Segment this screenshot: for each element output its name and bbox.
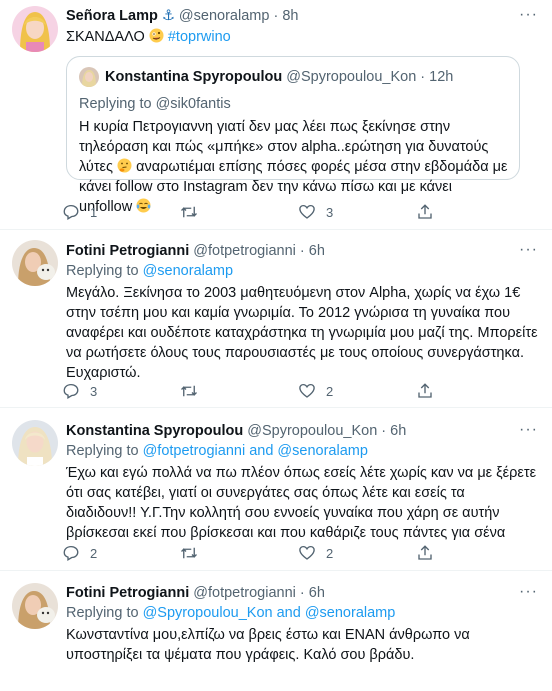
share-button[interactable] (416, 542, 446, 564)
retweet-button[interactable] (180, 201, 298, 223)
retweet-icon (180, 544, 198, 562)
share-icon (416, 382, 434, 400)
like-button[interactable]: 3 (298, 201, 416, 223)
like-count: 3 (326, 204, 334, 220)
retweet-button[interactable] (180, 380, 298, 402)
more-icon[interactable]: ··· (519, 241, 538, 259)
anchor-icon: ⚓ (161, 8, 175, 24)
retweet-icon (180, 203, 198, 221)
quoted-timestamp: 12h (429, 69, 454, 85)
replying-to: Replying to @Spyropoulou_Kon and @senora… (66, 604, 395, 622)
tweet[interactable]: Fotini Petrogianni @fotpetrogianni · 6h … (0, 571, 552, 691)
author-handle[interactable]: @fotpetrogianni (193, 243, 296, 259)
reply-count: 2 (90, 545, 98, 561)
replying-prefix: Replying to (66, 605, 139, 621)
quoted-replying-to: Replying to @sik0fantis (79, 95, 231, 113)
more-icon[interactable]: ··· (519, 583, 538, 601)
timestamp[interactable]: 6h (309, 243, 325, 259)
zany-face-emoji-icon (149, 28, 164, 43)
replying-to-link[interactable]: @fotpetrogianni and @senoralamp (143, 443, 368, 459)
reply-icon (62, 382, 80, 400)
tweet-text: Έχω και εγώ πολλά να πω πλέον όπως εσείς… (66, 465, 537, 541)
author-name[interactable]: Fotini Petrogianni (66, 243, 189, 259)
quoted-header: Konstantina Spyropoulou @Spyropoulou_Kon… (105, 68, 453, 86)
tweet-actions: 1 3 (62, 201, 452, 223)
tweet-text: ΣΚΑΝΔΑΛΟ #toprwino (66, 27, 538, 47)
quoted-author-handle: @Spyropoulou_Kon (286, 69, 417, 85)
avatar[interactable] (12, 240, 58, 286)
reply-button[interactable]: 1 (62, 201, 180, 223)
tweet-text: Κωνσταντίνα μου,ελπίζω να βρεις έστω και… (66, 627, 470, 663)
tweet[interactable]: Señora Lamp ⚓ @senoralamp · 8h ··· ΣΚΑΝΔ… (0, 0, 552, 230)
separator: · (299, 243, 305, 259)
tweet-header: Señora Lamp ⚓ @senoralamp · 8h (66, 7, 298, 25)
separator: · (273, 8, 279, 24)
reply-button[interactable]: 3 (62, 380, 180, 402)
share-button[interactable] (416, 201, 446, 223)
replying-to-handle: @sik0fantis (155, 96, 231, 112)
quoted-avatar (79, 67, 99, 87)
tweet-header: Konstantina Spyropoulou @Spyropoulou_Kon… (66, 422, 406, 440)
tweet[interactable]: Konstantina Spyropoulou @Spyropoulou_Kon… (0, 408, 552, 571)
more-icon[interactable]: ··· (519, 6, 538, 24)
replying-to-link[interactable]: @senoralamp (143, 263, 233, 279)
separator: · (381, 423, 387, 439)
replying-prefix: Replying to (66, 443, 139, 459)
tweet-actions: 3 2 (62, 380, 452, 402)
reply-icon (62, 203, 80, 221)
tweet-text-main: ΣΚΑΝΔΑΛΟ (66, 29, 145, 45)
quoted-author-name: Konstantina Spyropoulou (105, 69, 283, 85)
author-handle[interactable]: @Spyropoulou_Kon (247, 423, 377, 439)
reply-count: 1 (90, 204, 98, 220)
reply-icon (62, 544, 80, 562)
tweet-header: Fotini Petrogianni @fotpetrogianni · 6h (66, 584, 325, 602)
author-name[interactable]: Señora Lamp (66, 8, 158, 24)
retweet-button[interactable] (180, 542, 298, 564)
share-icon (416, 544, 434, 562)
tweet-text: Μεγάλο. Ξεκίνησα το 2003 μαθητευόμενη στ… (66, 285, 538, 381)
like-icon (298, 203, 316, 221)
avatar[interactable] (12, 420, 58, 466)
quoted-tweet[interactable]: Konstantina Spyropoulou @Spyropoulou_Kon… (66, 56, 520, 215)
author-name[interactable]: Fotini Petrogianni (66, 585, 189, 601)
like-icon (298, 544, 316, 562)
replying-to-link[interactable]: @Spyropoulou_Kon and @senoralamp (143, 605, 396, 621)
avatar[interactable] (12, 583, 58, 629)
avatar[interactable] (12, 6, 58, 52)
like-button[interactable]: 2 (298, 542, 416, 564)
separator: · (299, 585, 305, 601)
replying-to: Replying to @senoralamp (66, 262, 233, 280)
author-name[interactable]: Konstantina Spyropoulou (66, 423, 243, 439)
separator: · (420, 69, 426, 85)
reply-count: 3 (90, 383, 98, 399)
like-count: 2 (326, 383, 334, 399)
reply-button[interactable]: 2 (62, 542, 180, 564)
thinking-face-emoji-icon (117, 158, 132, 173)
replying-prefix: Replying to (66, 263, 139, 279)
like-button[interactable]: 2 (298, 380, 416, 402)
timestamp[interactable]: 6h (390, 423, 406, 439)
share-icon (416, 203, 434, 221)
like-icon (298, 382, 316, 400)
author-handle[interactable]: @senoralamp (179, 8, 269, 24)
replying-to: Replying to @fotpetrogianni and @senoral… (66, 442, 368, 460)
retweet-icon (180, 382, 198, 400)
tweet[interactable]: Fotini Petrogianni @fotpetrogianni · 6h … (0, 230, 552, 408)
tweet-actions: 2 2 (62, 542, 452, 564)
replying-prefix: Replying to (79, 96, 152, 112)
author-handle[interactable]: @fotpetrogianni (193, 585, 296, 601)
hashtag-link[interactable]: #toprwino (168, 29, 231, 45)
like-count: 2 (326, 545, 334, 561)
share-button[interactable] (416, 380, 446, 402)
timestamp[interactable]: 8h (282, 8, 298, 24)
tweet-header: Fotini Petrogianni @fotpetrogianni · 6h (66, 242, 325, 260)
more-icon[interactable]: ··· (519, 421, 538, 439)
timestamp[interactable]: 6h (309, 585, 325, 601)
